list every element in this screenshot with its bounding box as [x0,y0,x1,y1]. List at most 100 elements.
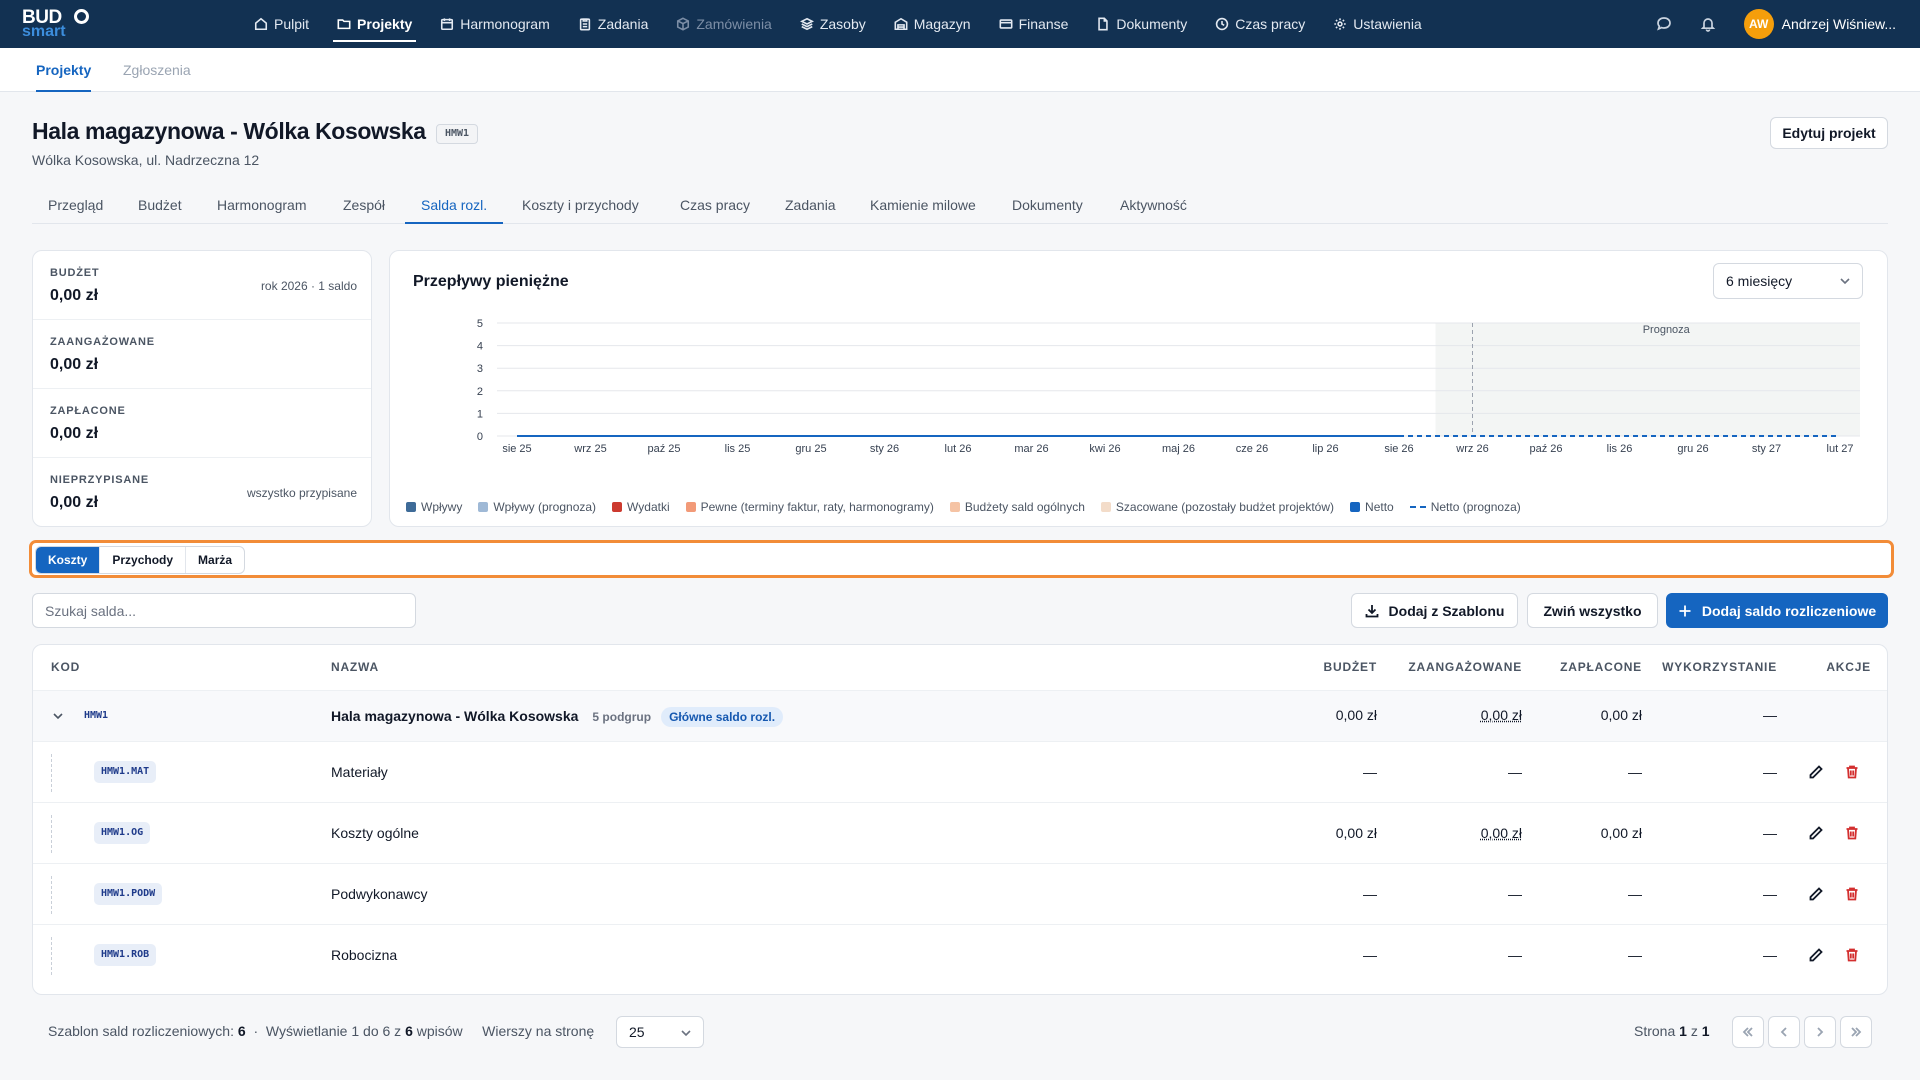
prev-page-button[interactable] [1768,1016,1800,1048]
legend-item[interactable]: Pewne (terminy faktur, raty, harmonogram… [685,500,934,514]
legend-item[interactable]: Wpływy (prognoza) [478,500,596,514]
budsmart-logo[interactable]: BUD smart [22,8,89,40]
chat-icon[interactable] [1642,0,1686,48]
row-committed[interactable]: 0,00 zł [1377,825,1522,841]
tab-aktywnosc[interactable]: Aktywność [1120,186,1187,224]
toggle-margin[interactable]: Marża [186,547,244,573]
nav-item-zamówienia[interactable]: Zamówienia [662,0,785,48]
tab-zespol[interactable]: Zespół [343,186,385,224]
row-paid: 0,00 zł [1600,707,1642,723]
trash-icon[interactable] [1844,886,1860,902]
tab-koszty-i-przychody[interactable]: Koszty i przychody [522,186,639,224]
nav-item-dokumenty[interactable]: Dokumenty [1082,0,1201,48]
tab-czas-pracy[interactable]: Czas pracy [680,186,750,224]
subnav-tab-zgloszenia[interactable]: Zgłoszenia [123,48,191,92]
legend-label: Wpływy [421,500,463,514]
row-committed[interactable]: 0,00 zł [1377,707,1522,723]
legend-item[interactable]: Netto (prognoza) [1409,500,1521,514]
next-page-button[interactable] [1804,1016,1836,1048]
tab-salda-rozl[interactable]: Salda rozl. [405,186,504,224]
user-name[interactable]: Andrzej Wiśniew... [1782,16,1896,32]
table-row[interactable]: HMW1.OG Koszty ogólne 0,00 zł 0,00 zł 0,… [33,802,1887,863]
nav-item-finanse[interactable]: Finanse [985,0,1083,48]
gear-icon [1333,17,1347,31]
period-select[interactable]: 6 miesięcy [1713,263,1863,299]
trash-icon[interactable] [1844,947,1860,963]
forecast-label: Prognoza [1643,324,1691,336]
y-tick-label: 0 [477,431,483,443]
project-tabs: Przegląd Budżet Harmonogram Zespół Salda… [32,186,1888,224]
nav-item-pulpit[interactable]: Pulpit [240,0,323,48]
add-balance-button[interactable]: Dodaj saldo rozliczeniowe [1666,593,1888,628]
edit-icon[interactable] [1808,825,1824,841]
legend-swatch [1350,502,1361,512]
calendar-icon [440,17,454,31]
nav-item-label: Zadania [597,16,649,32]
nav-item-ustawienia[interactable]: Ustawienia [1319,0,1435,48]
legend-item[interactable]: Szacowane (pozostały budżet projektów) [1100,500,1334,514]
trash-icon[interactable] [1844,764,1860,780]
table-row[interactable]: HMW1.MAT Materiały — — — — [33,741,1887,802]
summary-label: ZAANGAŻOWANE [50,336,155,348]
nav-item-zasoby[interactable]: Zasoby [786,0,880,48]
summary-budget: BUDŻET 0,00 zł rok 2026 · 1 saldo [33,251,371,320]
chart-title: Przepływy pieniężne [413,273,569,290]
home-icon [254,17,268,31]
nav-item-projekty[interactable]: Projekty [323,0,426,48]
nav-item-label: Dokumenty [1116,16,1188,32]
nav-item-zadania[interactable]: Zadania [564,0,663,48]
nav-item-harmonogram[interactable]: Harmonogram [426,0,563,48]
toggle-revenues[interactable]: Przychody [100,547,187,573]
legend-label: Budżety sald ogólnych [964,500,1085,514]
add-from-template-button[interactable]: Dodaj z Szablonu [1351,593,1518,628]
search-input[interactable] [32,593,416,628]
credit-card-icon [999,17,1013,31]
showing-suffix: wpisów [416,1023,463,1039]
edit-icon[interactable] [1808,764,1824,780]
tab-kamienie-milowe[interactable]: Kamienie milowe [870,186,976,224]
tab-dokumenty[interactable]: Dokumenty [1012,186,1083,224]
edit-project-button[interactable]: Edytuj projekt [1770,117,1888,149]
top-right-actions: AW Andrzej Wiśniew... [1642,0,1920,48]
tab-zadania[interactable]: Zadania [785,186,836,224]
legend-item[interactable]: Budżety sald ogólnych [949,500,1085,514]
tab-przeglad[interactable]: Przegląd [48,186,103,224]
chevron-left-icon [1780,1027,1787,1037]
legend-swatch [406,502,416,512]
edit-icon[interactable] [1808,947,1824,963]
legend-label: Netto [1365,500,1394,514]
summary-value: 0,00 zł [50,356,99,373]
edit-icon[interactable] [1808,886,1824,902]
nav-item-label: Magazyn [913,16,971,32]
rows-per-page-select[interactable]: 25 [616,1016,704,1048]
legend-item[interactable]: Wydatki [612,500,670,514]
project-code-badge: HMW1 [436,124,479,144]
row-subgroups: 5 podgrup [592,710,652,724]
x-tick-label: gru 26 [1677,443,1708,455]
nav-item-czas-pracy[interactable]: Czas pracy [1201,0,1319,48]
first-page-button[interactable] [1732,1016,1764,1048]
toggle-costs[interactable]: Koszty [36,547,101,573]
legend-item[interactable]: Wpływy [406,500,462,514]
nav-item-magazyn[interactable]: Magazyn [880,0,985,48]
chevron-down-icon[interactable] [53,712,63,720]
user-avatar[interactable]: AW [1743,9,1774,39]
x-tick-label: sty 26 [870,443,899,455]
tab-harmonogram[interactable]: Harmonogram [217,186,306,224]
table-row[interactable]: HMW1.PODW Podwykonawcy — — — — [33,863,1887,924]
row-code: HMW1.OG [94,822,151,844]
trash-icon[interactable] [1844,825,1860,841]
last-page-button[interactable] [1840,1016,1872,1048]
legend-item[interactable]: Netto [1350,500,1394,514]
table-row[interactable]: HMW1.ROB Robocizna — — — — [33,924,1887,985]
subnav-tab-projekty[interactable]: Projekty [36,48,92,92]
page-title: Hala magazynowa - Wólka Kosowska [32,118,426,144]
tab-budzet[interactable]: Budżet [138,186,182,224]
table-row-parent[interactable]: HMW1 Hala magazynowa - Wólka Kosowska 5 p… [33,690,1887,741]
column-header-name: NAZWA [331,660,379,674]
legend-swatch [685,502,696,512]
bell-icon[interactable] [1686,0,1730,48]
x-tick-label: wrz 25 [573,443,606,455]
tree-line [51,937,52,975]
collapse-all-button[interactable]: Zwiń wszystko [1527,593,1658,628]
